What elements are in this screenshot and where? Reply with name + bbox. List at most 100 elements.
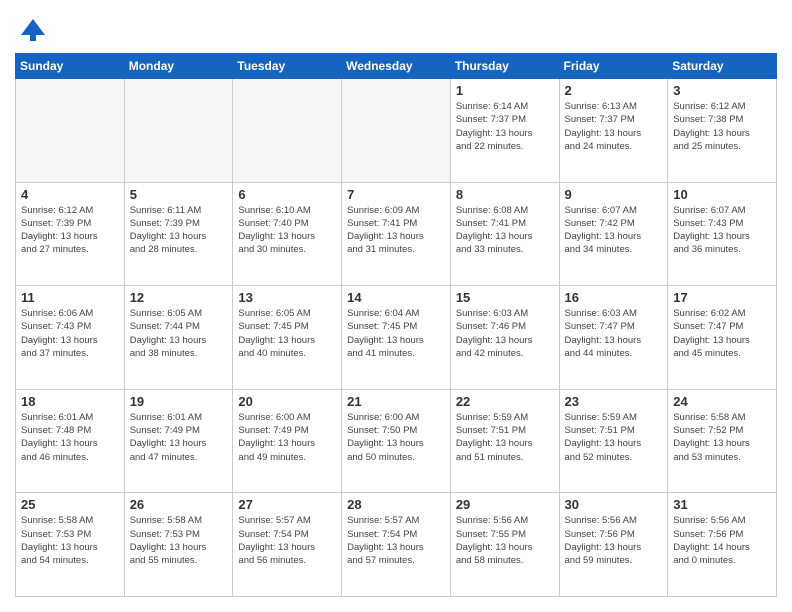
day-number: 4 [21,187,119,202]
day-info: Sunrise: 6:05 AM Sunset: 7:45 PM Dayligh… [238,307,336,360]
calendar-cell: 5 Sunrise: 6:11 AM Sunset: 7:39 PM Daylig… [124,182,233,286]
calendar-cell: 19Sunrise: 6:01 AM Sunset: 7:49 PM Dayli… [124,389,233,493]
calendar-header-wednesday: Wednesday [342,54,451,79]
calendar-week-5: 25 Sunrise: 5:58 AM Sunset: 7:53 PM Dayli… [16,493,777,597]
day-info: Sunrise: 6:04 AM Sunset: 7:45 PM Dayligh… [347,307,445,360]
day-info: Sunrise: 5:57 AM Sunset: 7:54 PM Dayligh… [238,514,336,567]
calendar-cell [16,79,125,183]
calendar-header-row: SundayMondayTuesdayWednesdayThursdayFrid… [16,54,777,79]
day-number: 28 [347,497,445,512]
calendar-cell: 24 Sunrise: 5:58 AM Sunset: 7:52 PM Dayli… [668,389,777,493]
day-info: Sunrise: 6:05 AM Sunset: 7:44 PM Dayligh… [130,307,228,360]
day-number: 30 [565,497,663,512]
day-number: 25 [21,497,119,512]
calendar-cell: 10 Sunrise: 6:07 AM Sunset: 7:43 PM Dayli… [668,182,777,286]
calendar-cell: 26 Sunrise: 5:58 AM Sunset: 7:53 PM Dayli… [124,493,233,597]
day-number: 15 [456,290,554,305]
day-number: 1 [456,83,554,98]
calendar-header-sunday: Sunday [16,54,125,79]
day-info: Sunrise: 6:03 AM Sunset: 7:46 PM Dayligh… [456,307,554,360]
day-info: Sunrise: 6:06 AM Sunset: 7:43 PM Dayligh… [21,307,119,360]
day-number: 8 [456,187,554,202]
day-info: Sunrise: 5:59 AM Sunset: 7:51 PM Dayligh… [565,411,663,464]
calendar-cell: 20Sunrise: 6:00 AM Sunset: 7:49 PM Dayli… [233,389,342,493]
day-number: 16 [565,290,663,305]
day-number: 2 [565,83,663,98]
day-info: Sunrise: 6:09 AM Sunset: 7:41 PM Dayligh… [347,204,445,257]
day-number: 6 [238,187,336,202]
day-info: Sunrise: 6:12 AM Sunset: 7:39 PM Dayligh… [21,204,119,257]
day-info: Sunrise: 5:56 AM Sunset: 7:56 PM Dayligh… [565,514,663,567]
day-number: 3 [673,83,771,98]
day-info: Sunrise: 5:58 AM Sunset: 7:53 PM Dayligh… [130,514,228,567]
calendar-cell: 17 Sunrise: 6:02 AM Sunset: 7:47 PM Dayli… [668,286,777,390]
calendar-cell: 9 Sunrise: 6:07 AM Sunset: 7:42 PM Daylig… [559,182,668,286]
logo [15,15,47,43]
day-info: Sunrise: 5:58 AM Sunset: 7:53 PM Dayligh… [21,514,119,567]
page: SundayMondayTuesdayWednesdayThursdayFrid… [0,0,792,612]
day-number: 12 [130,290,228,305]
calendar-table: SundayMondayTuesdayWednesdayThursdayFrid… [15,53,777,597]
calendar-cell: 18 Sunrise: 6:01 AM Sunset: 7:48 PM Dayli… [16,389,125,493]
calendar-cell: 13 Sunrise: 6:05 AM Sunset: 7:45 PM Dayli… [233,286,342,390]
calendar-header-tuesday: Tuesday [233,54,342,79]
day-number: 9 [565,187,663,202]
calendar-cell: 11 Sunrise: 6:06 AM Sunset: 7:43 PM Dayli… [16,286,125,390]
day-number: 14 [347,290,445,305]
day-number: 17 [673,290,771,305]
calendar-cell: 31 Sunrise: 5:56 AM Sunset: 7:56 PM Dayli… [668,493,777,597]
day-info: Sunrise: 6:13 AM Sunset: 7:37 PM Dayligh… [565,100,663,153]
day-number: 11 [21,290,119,305]
calendar-cell: 16Sunrise: 6:03 AM Sunset: 7:47 PM Dayli… [559,286,668,390]
calendar-cell: 27Sunrise: 5:57 AM Sunset: 7:54 PM Dayli… [233,493,342,597]
day-number: 21 [347,394,445,409]
calendar-header-saturday: Saturday [668,54,777,79]
day-number: 31 [673,497,771,512]
day-number: 10 [673,187,771,202]
day-info: Sunrise: 5:59 AM Sunset: 7:51 PM Dayligh… [456,411,554,464]
day-number: 7 [347,187,445,202]
calendar-header-friday: Friday [559,54,668,79]
calendar-cell: 2 Sunrise: 6:13 AM Sunset: 7:37 PM Daylig… [559,79,668,183]
day-number: 19 [130,394,228,409]
calendar-cell: 21Sunrise: 6:00 AM Sunset: 7:50 PM Dayli… [342,389,451,493]
day-info: Sunrise: 6:07 AM Sunset: 7:42 PM Dayligh… [565,204,663,257]
calendar-header-monday: Monday [124,54,233,79]
day-number: 22 [456,394,554,409]
day-info: Sunrise: 5:56 AM Sunset: 7:55 PM Dayligh… [456,514,554,567]
calendar-cell: 4 Sunrise: 6:12 AM Sunset: 7:39 PM Daylig… [16,182,125,286]
day-info: Sunrise: 5:58 AM Sunset: 7:52 PM Dayligh… [673,411,771,464]
calendar-week-4: 18 Sunrise: 6:01 AM Sunset: 7:48 PM Dayli… [16,389,777,493]
day-info: Sunrise: 6:14 AM Sunset: 7:37 PM Dayligh… [456,100,554,153]
day-info: Sunrise: 5:57 AM Sunset: 7:54 PM Dayligh… [347,514,445,567]
calendar-cell: 30 Sunrise: 5:56 AM Sunset: 7:56 PM Dayli… [559,493,668,597]
calendar-cell: 12 Sunrise: 6:05 AM Sunset: 7:44 PM Dayli… [124,286,233,390]
day-info: Sunrise: 6:01 AM Sunset: 7:48 PM Dayligh… [21,411,119,464]
calendar-cell [342,79,451,183]
day-number: 5 [130,187,228,202]
calendar-cell: 3 Sunrise: 6:12 AM Sunset: 7:38 PM Daylig… [668,79,777,183]
calendar-cell: 15 Sunrise: 6:03 AM Sunset: 7:46 PM Dayli… [450,286,559,390]
header [15,15,777,43]
calendar-cell: 29 Sunrise: 5:56 AM Sunset: 7:55 PM Dayli… [450,493,559,597]
calendar-cell: 7 Sunrise: 6:09 AM Sunset: 7:41 PM Daylig… [342,182,451,286]
calendar-cell [233,79,342,183]
calendar-week-3: 11 Sunrise: 6:06 AM Sunset: 7:43 PM Dayli… [16,286,777,390]
calendar-week-1: 1 Sunrise: 6:14 AM Sunset: 7:37 PM Daylig… [16,79,777,183]
calendar-cell [124,79,233,183]
day-info: Sunrise: 6:12 AM Sunset: 7:38 PM Dayligh… [673,100,771,153]
calendar-cell: 25 Sunrise: 5:58 AM Sunset: 7:53 PM Dayli… [16,493,125,597]
day-info: Sunrise: 6:07 AM Sunset: 7:43 PM Dayligh… [673,204,771,257]
day-number: 13 [238,290,336,305]
day-number: 24 [673,394,771,409]
day-info: Sunrise: 6:08 AM Sunset: 7:41 PM Dayligh… [456,204,554,257]
calendar-cell: 22 Sunrise: 5:59 AM Sunset: 7:51 PM Dayli… [450,389,559,493]
day-number: 18 [21,394,119,409]
day-info: Sunrise: 6:02 AM Sunset: 7:47 PM Dayligh… [673,307,771,360]
day-info: Sunrise: 5:56 AM Sunset: 7:56 PM Dayligh… [673,514,771,567]
day-info: Sunrise: 6:10 AM Sunset: 7:40 PM Dayligh… [238,204,336,257]
day-number: 26 [130,497,228,512]
day-number: 29 [456,497,554,512]
day-info: Sunrise: 6:11 AM Sunset: 7:39 PM Dayligh… [130,204,228,257]
calendar-cell: 8 Sunrise: 6:08 AM Sunset: 7:41 PM Daylig… [450,182,559,286]
